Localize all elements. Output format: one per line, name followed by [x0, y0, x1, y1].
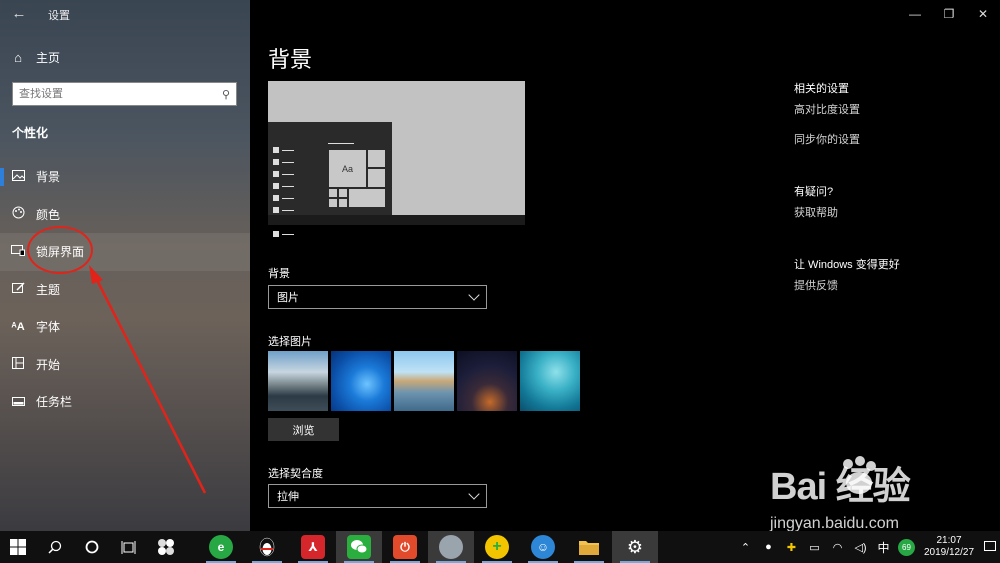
power-icon: ⏻	[393, 535, 417, 559]
taskbar-app-file-explorer[interactable]	[566, 531, 612, 563]
cortana-icon	[85, 540, 98, 554]
taskbar-app-browser[interactable]: e	[198, 531, 244, 563]
taskbar-app-disk-tool[interactable]	[428, 531, 474, 563]
minimize-button[interactable]: —	[898, 0, 932, 28]
folder-icon	[577, 535, 601, 559]
picture-thumbnail-beach[interactable]	[394, 351, 454, 411]
background-label: 背景	[268, 268, 290, 280]
assistant-icon: ☺	[531, 535, 555, 559]
main-content: — ❐ ✕ 背景 Aa 背景 图片 选择图片 浏览 选择契合度 拉伸 相关的设置…	[250, 0, 1000, 531]
search-icon	[47, 540, 61, 554]
picture-thumbnail-road[interactable]	[268, 351, 328, 411]
get-help-link[interactable]: 获取帮助	[794, 204, 838, 220]
close-button[interactable]: ✕	[966, 0, 1000, 28]
picture-thumbnail-night-sky[interactable]	[457, 351, 517, 411]
clock-time: 21:07	[936, 535, 962, 546]
task-view-button[interactable]	[110, 531, 147, 563]
taskbar-app-settings[interactable]: ⚙	[612, 531, 658, 563]
preview-sample-text: Aa	[328, 149, 367, 188]
high-contrast-link[interactable]: 高对比度设置	[794, 101, 860, 117]
browse-button[interactable]: 浏览	[268, 418, 339, 441]
window-controls: — ❐ ✕	[898, 0, 1000, 28]
taskbar-app-pdf[interactable]: ⅄	[290, 531, 336, 563]
preview-start-menu: Aa	[268, 122, 392, 237]
windows-logo-icon	[10, 539, 26, 555]
start-button[interactable]	[0, 531, 36, 563]
maximize-button[interactable]: ❐	[932, 0, 966, 28]
cortana-button[interactable]	[73, 531, 110, 563]
clock[interactable]: 21:07 2019/12/27	[918, 535, 980, 559]
wifi-icon[interactable]: ◠	[826, 541, 849, 554]
taskbar-app-qq[interactable]	[244, 531, 290, 563]
task-view-icon	[121, 540, 136, 554]
taskbar-app-wechat[interactable]	[336, 531, 382, 563]
taskbar-app-security[interactable]: +	[474, 531, 520, 563]
question-title: 有疑问?	[794, 186, 834, 198]
security-plus-icon: +	[485, 535, 509, 559]
gear-icon: ⚙	[626, 536, 644, 557]
volume-icon[interactable]: ◁)	[849, 541, 872, 554]
background-preview: Aa	[268, 81, 525, 237]
picture-thumbnail-windows[interactable]	[331, 351, 391, 411]
ime-indicator[interactable]: 中	[872, 539, 895, 556]
clock-date: 2019/12/27	[923, 547, 975, 558]
page-title: 背景	[268, 47, 313, 72]
related-settings-title: 相关的设置	[794, 83, 849, 95]
chevron-up-icon[interactable]: ⌃	[734, 541, 757, 554]
paw-icon	[843, 456, 876, 494]
pinwheel-app-button[interactable]	[147, 531, 184, 563]
improve-windows-title: 让 Windows 变得更好	[794, 259, 900, 271]
pdf-icon: ⅄	[301, 535, 325, 559]
notification-icon	[984, 541, 996, 551]
fit-label: 选择契合度	[268, 468, 323, 480]
feedback-link[interactable]: 提供反馈	[794, 277, 838, 293]
background-dropdown-value: 图片	[277, 292, 299, 304]
browser-icon: e	[209, 535, 233, 559]
system-tray: ⌃ ● ✚ ▭ ◠ ◁) 中 69 21:07 2019/12/27	[734, 531, 1000, 563]
qq-tray-icon[interactable]: ●	[757, 541, 780, 553]
chevron-down-icon	[468, 488, 480, 500]
chevron-down-icon	[468, 289, 480, 301]
taskbar-app-power-tool[interactable]: ⏻	[382, 531, 428, 563]
picture-thumbnails	[268, 351, 580, 411]
security-tray-icon[interactable]: ✚	[780, 541, 803, 554]
tray-badge[interactable]: 69	[898, 538, 915, 556]
sync-settings-link[interactable]: 同步你的设置	[794, 131, 860, 147]
picture-thumbnail-underwater[interactable]	[520, 351, 580, 411]
action-center-button[interactable]	[980, 531, 1000, 563]
qq-penguin-icon	[255, 535, 279, 559]
wechat-icon	[347, 535, 371, 559]
baidu-watermark: Bai 经验 jingyan.baidu.com	[770, 455, 990, 535]
search-button[interactable]	[36, 531, 73, 563]
disk-icon	[439, 535, 463, 559]
fit-dropdown-value: 拉伸	[277, 491, 299, 503]
taskbar: e ⅄ ⏻ + ☺ ⚙ ⌃ ● ✚ ▭ ◠ ◁) 中 69 21:07 2019…	[0, 531, 1000, 563]
annotation-arrow	[89, 265, 207, 494]
battery-icon[interactable]: ▭	[803, 541, 826, 554]
choose-picture-label: 选择图片	[268, 336, 312, 348]
settings-window: ← 设置 ⌂ 主页 ⚲ 个性化 背景 颜色	[0, 0, 1000, 532]
fit-dropdown[interactable]: 拉伸	[268, 484, 487, 508]
taskbar-app-assistant[interactable]: ☺	[520, 531, 566, 563]
background-dropdown[interactable]: 图片	[268, 285, 487, 309]
pinwheel-icon	[157, 539, 174, 555]
